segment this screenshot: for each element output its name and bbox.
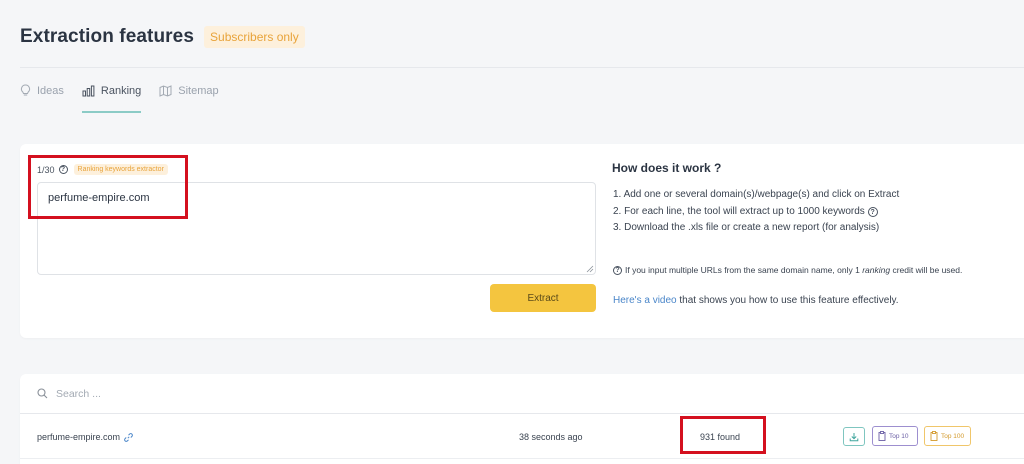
tab-ideas-label: Ideas [37,84,64,97]
step-item: 3. Download the .xls file or create a ne… [613,222,880,233]
question-icon: ? [613,265,622,275]
row-domain: perfume-empire.com [37,432,133,442]
download-icon [849,432,859,441]
header-divider [20,67,1024,68]
top10-report-button[interactable]: Top 10 [872,426,918,446]
link-icon[interactable] [124,432,133,442]
video-line: Here's a video that shows you how to use… [613,295,899,306]
multi-url-note: ? If you input multiple URLs from the sa… [613,265,962,275]
extractor-counter-row: 1/30 ? Ranking keywords extractor [37,164,168,175]
clipboard-icon [930,431,938,441]
question-icon[interactable]: ? [58,165,68,174]
how-it-works-steps: 1. Add one or several domain(s)/webpage(… [613,187,899,237]
feature-tabs: Ideas Ranking Sitemap [20,84,237,113]
tab-ideas[interactable]: Ideas [20,84,64,113]
how-it-works-title: How does it work ? [612,161,722,175]
row-timestamp: 38 seconds ago [519,432,583,442]
domains-textarea[interactable] [37,182,596,275]
question-icon[interactable]: ? [867,206,878,217]
top100-label: Top 100 [941,432,965,440]
page-header: Extraction features Subscribers only [20,26,305,48]
download-button[interactable] [843,427,865,446]
ranking-extractor-badge: Ranking keywords extractor [73,164,168,175]
video-link[interactable]: Here's a video [613,295,677,306]
step-item: 1. Add one or several domain(s)/webpage(… [613,189,900,200]
page-title: Extraction features [20,26,195,47]
step-item: 2. For each line, the tool will extract … [613,204,899,221]
results-search-bar [20,374,1024,414]
tab-sitemap[interactable]: Sitemap [159,84,219,113]
video-line-text: that shows you how to use this feature e… [679,295,899,306]
lightbulb-icon [20,84,31,96]
bar-chart-icon [82,85,95,96]
row-domain-text: perfume-empire.com [37,432,121,442]
row-found-count: 931 found [700,432,741,442]
map-icon [159,84,172,97]
clipboard-icon [878,431,886,441]
note-text-before: If you input multiple URLs from the same… [625,265,860,275]
top100-report-button[interactable]: Top 100 [924,426,971,446]
top10-label: Top 10 [889,432,909,440]
tab-ranking-label: Ranking [100,84,142,97]
search-icon [37,388,48,399]
search-input[interactable] [56,387,356,400]
tab-sitemap-label: Sitemap [178,84,219,97]
note-text-after: credit will be used. [892,265,963,275]
credit-counter: 1/30 [37,164,55,175]
resize-handle-icon[interactable] [586,265,594,273]
note-text-emphasis: ranking [862,265,891,275]
extract-button[interactable]: Extract [490,284,596,312]
tab-ranking[interactable]: Ranking [81,84,142,113]
subscribers-badge: Subscribers only [204,26,305,48]
